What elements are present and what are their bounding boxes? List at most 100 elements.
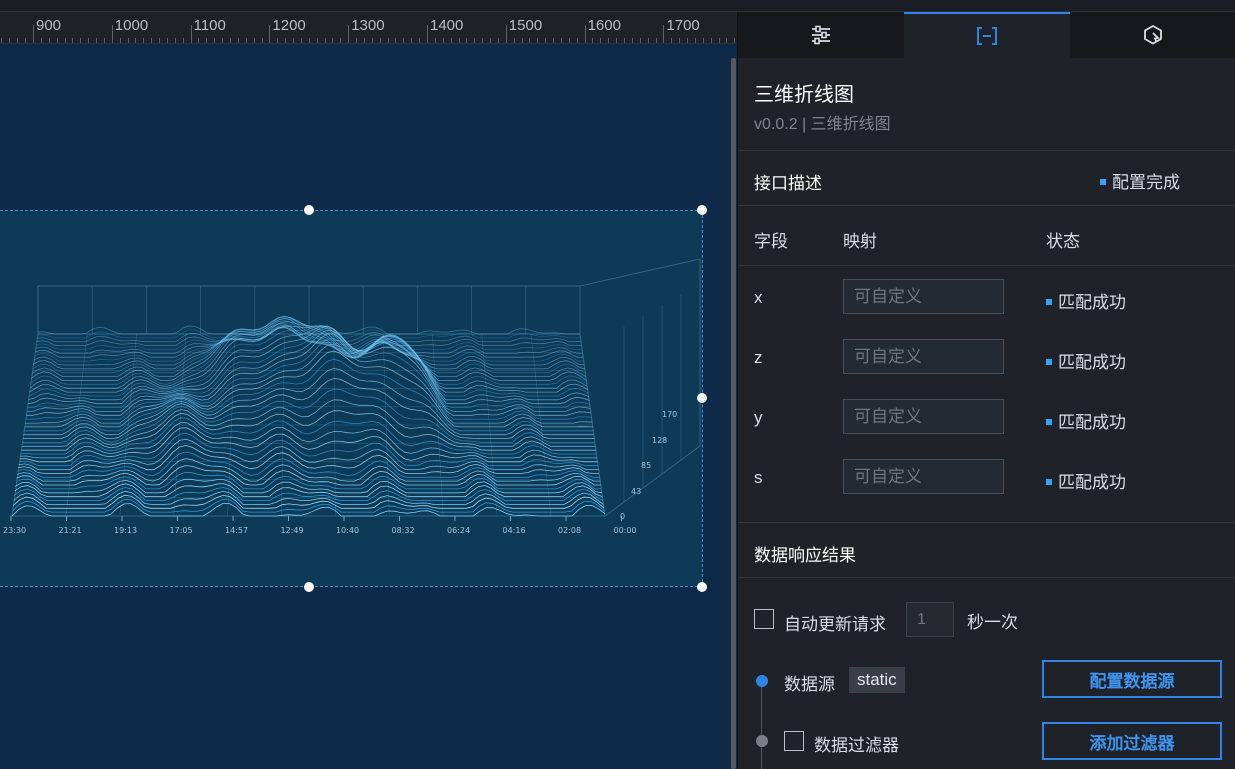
data-source-tag: static [849,667,905,693]
ruler-tick [293,38,295,43]
ruler-tick [474,38,476,43]
ruler-tick [300,38,302,43]
ruler-tick [166,38,168,43]
ruler-tick [324,38,326,43]
ruler-tick [427,25,428,43]
z-tick-label: 85 [641,461,651,470]
ruler-tick [198,38,200,43]
x-tick-label: 02:08 [558,526,581,535]
ruler-tick [316,38,318,43]
horizontal-ruler: 900 1000 1100 1200 1300 1400 1500 1600 1700 [0,12,737,44]
ruler-tick [553,38,555,43]
mapping-input[interactable]: 可自定义 [843,279,1004,314]
ruler-tick [348,25,350,43]
status-dot-icon [1046,478,1052,485]
field-status-label: 匹配成功 [1058,353,1126,372]
ruler-tick [545,38,547,43]
divider [738,265,1235,266]
ruler-tick [576,38,578,43]
ruler-tick [529,38,531,43]
resize-handle-top-middle[interactable] [304,205,314,215]
field-status: 匹配成功 [1046,468,1126,493]
status-dot-icon [1046,298,1052,305]
ruler-tick [182,38,184,43]
x-tick-label: 12:49 [281,526,304,535]
ruler-tick [190,25,192,43]
data-bracket-icon [977,27,997,45]
ruler-tick [64,38,66,43]
ruler-tick [17,38,19,43]
ruler-tick [419,38,421,43]
divider [738,577,1235,578]
ruler-tick [490,38,492,43]
x-tick-label: 08:32 [392,526,415,535]
mapping-input[interactable]: 可自定义 [843,399,1004,434]
divider [738,205,1235,206]
resize-handle-bottom-middle[interactable] [304,582,314,592]
tab-interaction[interactable] [1070,12,1235,58]
data-line [11,503,606,517]
ruler-label: 1700 [666,17,700,34]
ruler-tick [253,38,255,43]
response-heading: 数据响应结果 [754,546,856,565]
field-name: y [754,408,763,427]
ruler-tick [592,38,594,43]
ruler-tick [33,25,34,43]
data-source-label: 数据源 [784,675,835,694]
ruler-tick [395,38,397,43]
field-status: 匹配成功 [1046,408,1126,433]
ruler-tick [363,38,365,43]
column-header-status: 状态 [1046,232,1080,251]
resize-handle-top-right[interactable] [697,205,707,215]
panel-tabs [738,12,1235,58]
field-status: 匹配成功 [1046,348,1126,373]
ruler-tick [458,38,460,43]
ruler-tick [560,38,562,43]
config-data-source-button[interactable]: 配置数据源 [1042,660,1222,698]
ruler-tick [434,38,436,43]
ruler-tick [96,38,98,43]
ruler-label: 1200 [272,17,306,34]
ruler-tick [702,38,704,43]
ruler-tick [48,38,50,43]
status-dot-icon [1046,358,1052,365]
ruler-tick [56,38,58,43]
ruler-tick [663,25,665,43]
interface-status-label: 配置完成 [1112,173,1180,192]
z-tick-label: 170 [662,410,677,419]
ruler-tick [103,38,105,43]
interval-input[interactable]: 1 [906,602,954,637]
ruler-tick [230,38,231,43]
ruler-tick [379,38,381,43]
x-tick-label: 17:05 [170,526,193,535]
editor-canvas[interactable]: 23:30 21:21 19:13 17:05 14:57 12:49 10:40 08:32… [0,45,737,769]
tab-style[interactable] [738,12,904,58]
ruler-tick [710,38,712,43]
add-filter-button[interactable]: 添加过滤器 [1042,722,1222,760]
x-tick-label: 00:00 [614,526,637,535]
chart-component-frame[interactable]: 23:30 21:21 19:13 17:05 14:57 12:49 10:40 08:32… [0,210,703,587]
ruler-tick [600,38,602,43]
field-status-label: 匹配成功 [1058,413,1126,432]
ruler-label: 1100 [193,17,226,34]
ruler-label: 900 [36,17,62,34]
x-tick-label: 06:24 [447,526,470,535]
ruler-tick [482,38,484,43]
auto-update-checkbox[interactable] [754,609,774,629]
field-status: 匹配成功 [1046,288,1126,313]
resize-handle-bottom-right[interactable] [697,582,707,592]
mapping-input[interactable]: 可自定义 [843,339,1004,374]
ruler-tick [521,38,523,43]
divider [738,522,1235,523]
canvas-scrollbar[interactable] [731,58,736,769]
mapping-input[interactable]: 可自定义 [843,459,1004,494]
ruler-tick [387,38,389,43]
ruler-tick [694,38,696,43]
data-filter-checkbox[interactable] [784,731,804,751]
tab-data[interactable] [904,12,1070,58]
interface-heading: 接口描述 [754,174,822,193]
ruler-tick [624,38,625,43]
resize-handle-middle-right[interactable] [697,393,707,403]
ruler-tick [174,38,176,43]
ruler-tick [411,38,413,43]
